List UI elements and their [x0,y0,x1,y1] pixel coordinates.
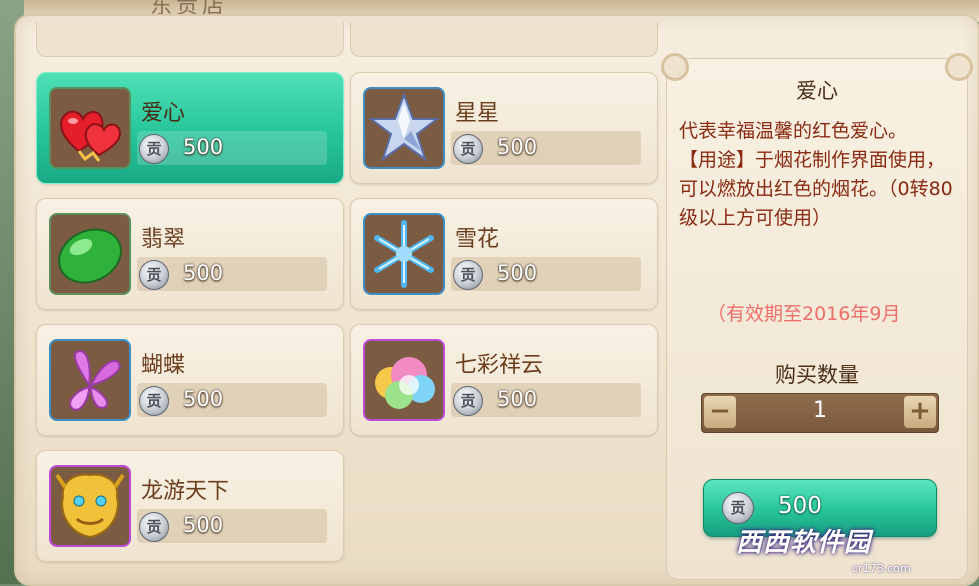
snowflake-icon [363,213,445,295]
shop-item-star[interactable]: 星星 贡 500 [350,72,658,184]
item-price: 500 [183,387,224,411]
rainbow-cloud-icon [363,339,445,421]
tribute-coin-icon: 贡 [453,386,483,416]
item-price: 500 [183,261,224,285]
shop-item-golden-dragon[interactable]: 龙游天下 贡 500 [36,450,344,562]
list-item-partial [350,22,658,57]
price-bar: 贡 500 [137,383,327,417]
item-detail-panel: 爱心 代表幸福温馨的红色爱心。 【用途】于烟花制作界面使用，可以燃放出红色的烟花… [661,53,973,580]
buy-price: 500 [778,493,822,519]
item-price: 500 [183,135,224,159]
detail-description: 代表幸福温馨的红色爱心。 【用途】于烟花制作界面使用，可以燃放出红色的烟花。（0… [679,120,953,229]
price-bar: 贡 500 [137,257,327,291]
heart-icon [49,87,131,169]
tribute-coin-icon: 贡 [139,512,169,542]
quantity-label: 购买数量 [775,363,859,387]
quantity-value[interactable]: 1 [742,398,898,423]
golden-dragon-icon [49,465,131,547]
item-name: 星星 [455,101,500,126]
item-name: 蝴蝶 [141,353,186,378]
tribute-coin-icon: 贡 [139,134,169,164]
shop-item-snowflake[interactable]: 雪花 贡 500 [350,198,658,310]
shop-item-butterfly[interactable]: 蝴蝶 贡 500 [36,324,344,436]
watermark-logo: 西西软件园 [736,528,872,558]
item-name: 翡翠 [141,227,186,252]
tribute-coin-icon: 贡 [453,134,483,164]
tribute-coin-icon: 贡 [453,260,483,290]
item-price: 500 [497,135,538,159]
watermark-url: cr173.com [852,562,911,575]
tribute-coin-icon: 贡 [722,492,754,524]
price-bar: 贡 500 [451,383,641,417]
price-bar: 贡 500 [451,131,641,165]
item-name: 龙游天下 [141,479,230,504]
quantity-plus-button[interactable]: + [904,396,936,428]
jade-icon [49,213,131,295]
item-price: 500 [497,387,538,411]
item-price: 500 [183,513,224,537]
detail-title: 爱心 [796,79,838,103]
tribute-coin-icon: 贡 [139,260,169,290]
price-bar: 贡 500 [137,509,327,543]
tribute-coin-icon: 贡 [139,386,169,416]
quantity-minus-button[interactable]: − [704,396,736,428]
butterfly-icon [49,339,131,421]
shop-item-jade[interactable]: 翡翠 贡 500 [36,198,344,310]
item-price: 500 [497,261,538,285]
detail-expiry: （有效期至2016年9月 [707,303,901,325]
quantity-stepper: − 1 + [701,393,939,433]
list-item-partial [36,22,344,57]
shop-item-rainbow-cloud[interactable]: 七彩祥云 贡 500 [350,324,658,436]
item-name: 雪花 [455,227,500,252]
price-bar: 贡 500 [451,257,641,291]
shop-item-heart[interactable]: 爱心 贡 500 [36,72,344,184]
item-name: 七彩祥云 [455,353,544,378]
price-bar: 贡 500 [137,131,327,165]
star-icon [363,87,445,169]
item-name: 爱心 [141,101,186,126]
